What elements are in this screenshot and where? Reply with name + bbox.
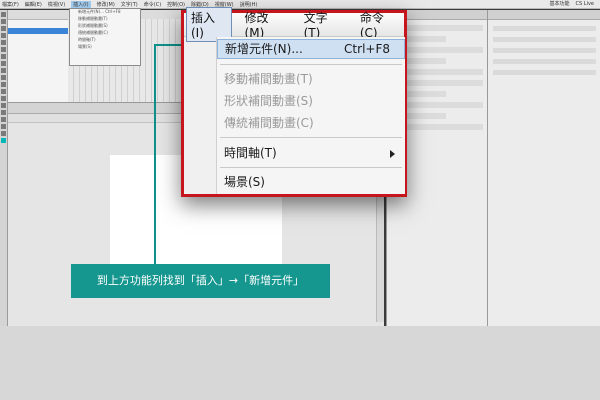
bone-tool-icon[interactable] bbox=[1, 89, 6, 94]
thumb-item-classic-tween: 傳統補間動畫(C) bbox=[78, 30, 108, 35]
hand-tool-icon[interactable] bbox=[1, 117, 6, 122]
library-panel bbox=[487, 10, 600, 326]
pen-tool-icon[interactable] bbox=[1, 47, 6, 52]
thumb-item-scene: 場景(S) bbox=[78, 44, 92, 49]
3d-rotation-tool-icon[interactable] bbox=[1, 33, 6, 38]
zoom-tool-icon[interactable] bbox=[1, 124, 6, 129]
thumb-item-motion-tween: 移動補間動畫(T) bbox=[78, 16, 108, 21]
menu-edit[interactable]: 編輯(E) bbox=[25, 1, 42, 8]
library-row bbox=[493, 26, 596, 31]
menu-item-scene[interactable]: 場景(S) bbox=[217, 172, 405, 192]
library-row bbox=[493, 37, 596, 42]
menu-item-label: 形狀補間動畫(S) bbox=[224, 94, 313, 108]
submenu-arrow-icon bbox=[390, 150, 395, 158]
brush-tool-icon[interactable] bbox=[1, 82, 6, 87]
menu-item-motion-tween[interactable]: 移動補間動畫(T) bbox=[217, 69, 405, 89]
instruction-callout: 到上方功能列找到「插入」→「新增元件」 bbox=[71, 264, 330, 298]
subselection-tool-icon[interactable] bbox=[1, 19, 6, 24]
menu-view[interactable]: 檢視(V) bbox=[48, 1, 65, 8]
insert-dropdown: 新增元件(N)... Ctrl+F8 移動補間動畫(T) 形狀補間動畫(S) 傳… bbox=[216, 37, 405, 194]
menu-text[interactable]: 文字(T) bbox=[121, 1, 138, 8]
library-panel-header bbox=[488, 10, 600, 20]
tools-panel bbox=[0, 10, 8, 326]
menu-item-label: 場景(S) bbox=[224, 175, 265, 189]
menu-item-timeline[interactable]: 時間軸(T) bbox=[217, 143, 405, 163]
cs-live-button[interactable]: CS Live bbox=[576, 1, 594, 7]
library-row bbox=[493, 70, 596, 75]
insert-menu-thumbnail: 新增元件(N)... Ctrl+F8 移動補間動畫(T) 形狀補間動畫(S) 傳… bbox=[69, 8, 141, 66]
library-row bbox=[493, 48, 596, 53]
stroke-color-icon[interactable] bbox=[1, 131, 6, 136]
menu-commands[interactable]: 命令(C) bbox=[144, 1, 161, 8]
insert-menu-zoom: 插入(I) 修改(M) 文字(T) 命令(C) 新增元件(N)... Ctrl+… bbox=[181, 7, 407, 197]
menu-item-label: 新增元件(N)... bbox=[225, 42, 303, 56]
menu-item-new-symbol[interactable]: 新增元件(N)... Ctrl+F8 bbox=[217, 39, 405, 59]
menu-insert[interactable]: 插入(I) bbox=[71, 0, 91, 8]
eraser-tool-icon[interactable] bbox=[1, 110, 6, 115]
menu-item-label: 移動補間動畫(T) bbox=[224, 72, 313, 86]
menu-item-shape-tween[interactable]: 形狀補間動畫(S) bbox=[217, 91, 405, 111]
thumb-item-shape-tween: 形狀補間動畫(S) bbox=[78, 23, 108, 28]
menu-modify[interactable]: 修改(M) bbox=[97, 1, 115, 8]
workspace-selector[interactable]: 基本功能 bbox=[550, 1, 570, 7]
menu-separator bbox=[220, 64, 402, 65]
menu-separator bbox=[220, 167, 402, 168]
line-tool-icon[interactable] bbox=[1, 61, 6, 66]
menu-file[interactable]: 檔案(F) bbox=[2, 1, 19, 8]
menu-control[interactable]: 控制(O) bbox=[167, 1, 185, 8]
pencil-tool-icon[interactable] bbox=[1, 75, 6, 80]
selection-tool-icon[interactable] bbox=[1, 12, 6, 17]
callout-leader-line bbox=[154, 44, 156, 264]
menu-item-shortcut: Ctrl+F8 bbox=[344, 42, 390, 56]
menu-help[interactable]: 說明(H) bbox=[240, 1, 258, 8]
lasso-tool-icon[interactable] bbox=[1, 40, 6, 45]
workspace-controls: 基本功能 CS Live bbox=[550, 1, 600, 7]
timeline-layer-selected[interactable] bbox=[8, 28, 68, 34]
library-row bbox=[493, 59, 596, 64]
menu-item-label: 時間軸(T) bbox=[224, 146, 277, 160]
paint-bucket-tool-icon[interactable] bbox=[1, 96, 6, 101]
menu-separator bbox=[220, 137, 402, 138]
thumb-item-timeline: 時間軸(T) bbox=[78, 37, 96, 42]
text-tool-icon[interactable] bbox=[1, 54, 6, 59]
menu-item-label: 傳統補間動畫(C) bbox=[224, 116, 314, 130]
transform-tool-icon[interactable] bbox=[1, 26, 6, 31]
zoomed-menubar: 插入(I) 修改(M) 文字(T) 命令(C) bbox=[184, 7, 404, 42]
rectangle-tool-icon[interactable] bbox=[1, 68, 6, 73]
fill-color-icon[interactable] bbox=[1, 138, 6, 143]
eyedropper-tool-icon[interactable] bbox=[1, 103, 6, 108]
thumb-item-new-symbol: 新增元件(N)... Ctrl+F8 bbox=[78, 9, 121, 14]
menu-item-classic-tween[interactable]: 傳統補間動畫(C) bbox=[217, 113, 405, 133]
